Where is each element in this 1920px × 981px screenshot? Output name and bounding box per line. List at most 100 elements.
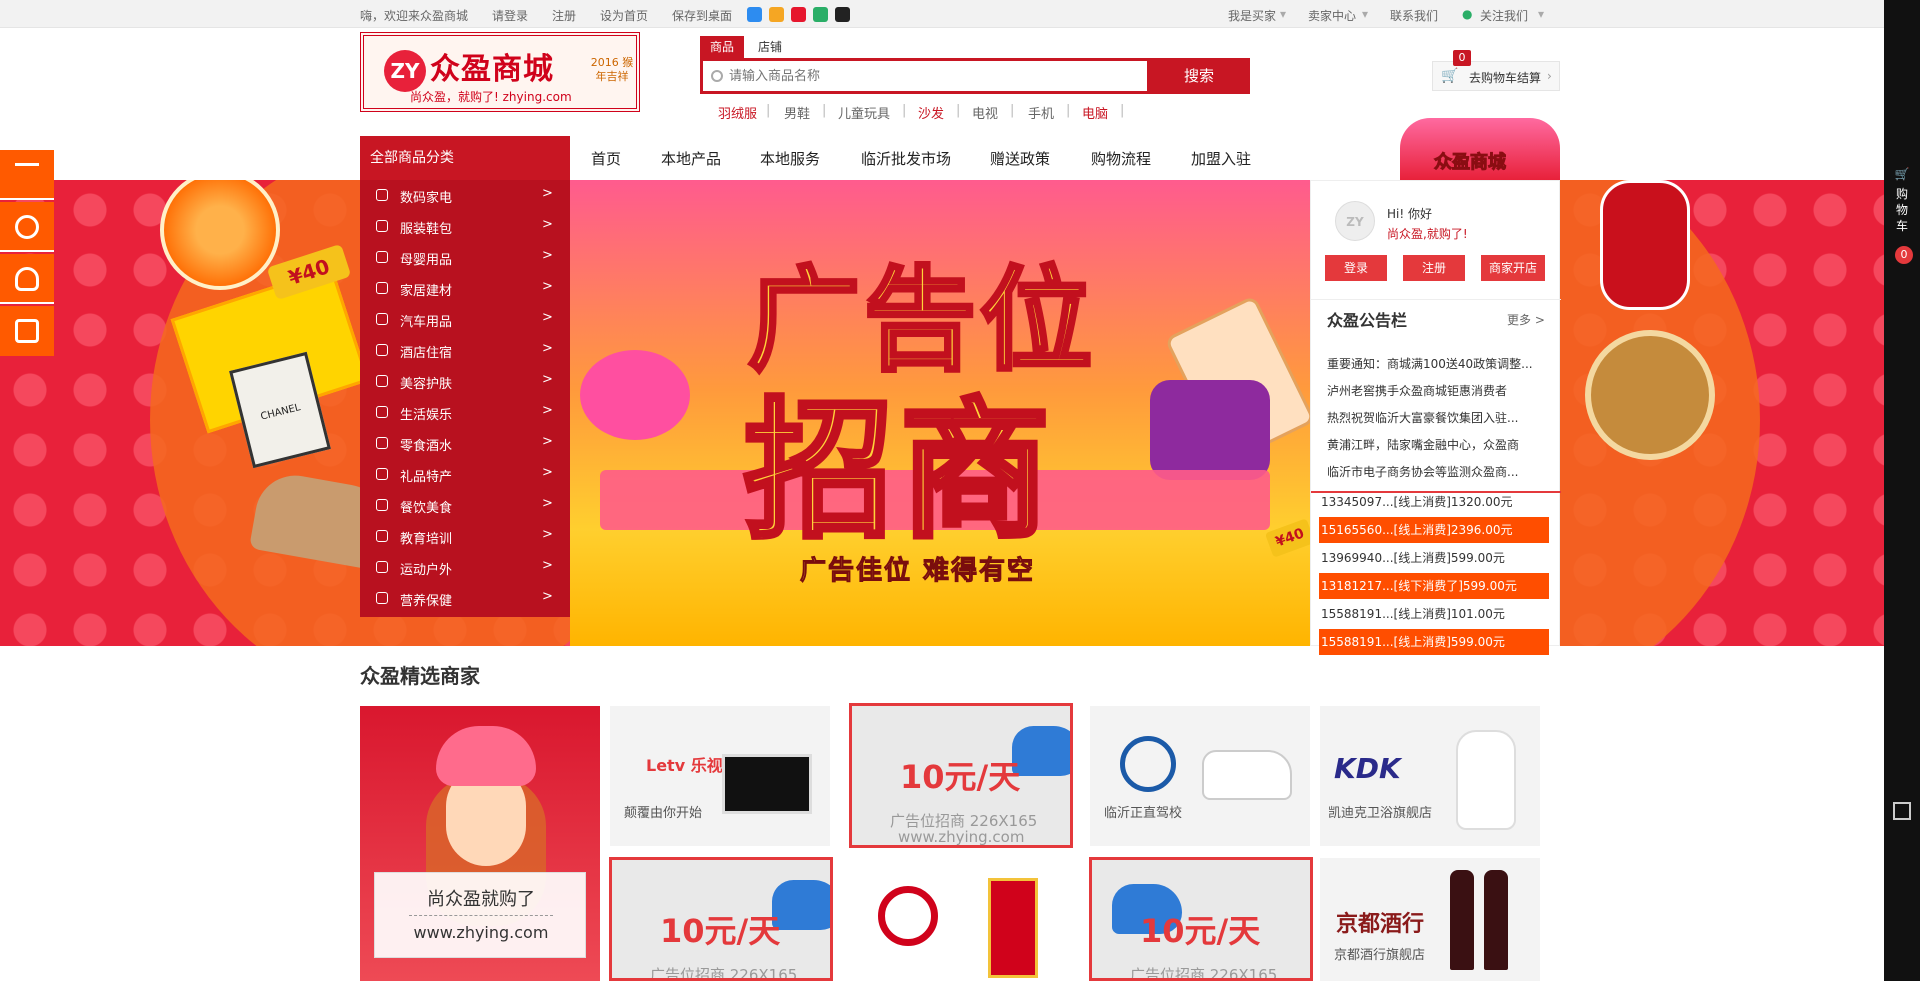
ad-slot[interactable]: 10元/天 广告位招商 226X165 bbox=[1089, 857, 1313, 981]
merchant-card-kdk[interactable]: KDK 凯迪克卫浴旗舰店 bbox=[1320, 706, 1540, 846]
contact-link[interactable]: 联系我们 bbox=[1390, 7, 1438, 24]
qq-service-button[interactable] bbox=[0, 254, 54, 304]
hot-keyword[interactable]: 电视 bbox=[972, 103, 998, 122]
category-item[interactable]: 服装鞋包 > bbox=[360, 211, 570, 242]
girl-caption-box: 尚众盈就购了 www.zhying.com bbox=[374, 872, 586, 958]
set-home-link[interactable]: 设为首页 bbox=[600, 7, 648, 24]
qzone-icon[interactable] bbox=[769, 7, 784, 22]
basket-image bbox=[1585, 330, 1715, 460]
wechat-icon[interactable] bbox=[813, 7, 828, 22]
category-item[interactable]: 餐饮美食 > bbox=[360, 490, 570, 521]
ad-slot[interactable]: 10元/天 广告位招商 226X165 bbox=[609, 857, 833, 981]
banner-headline-2: 招商 bbox=[741, 385, 1057, 558]
merchant-card-jingdu[interactable]: 京都酒行 京都酒行旗舰店 bbox=[1320, 858, 1540, 981]
phone-button[interactable] bbox=[0, 202, 54, 252]
category-item[interactable]: 运动户外 > bbox=[360, 552, 570, 583]
category-icon bbox=[376, 437, 388, 449]
nav-wholesale-market[interactable]: 临沂批发市场 bbox=[861, 148, 951, 169]
separator: | bbox=[956, 103, 961, 118]
tv-image bbox=[722, 754, 812, 814]
category-item[interactable]: 母婴用品 > bbox=[360, 242, 570, 273]
category-item[interactable]: 营养保健 > bbox=[360, 583, 570, 614]
chevron-right-icon: > bbox=[542, 279, 553, 294]
hot-keyword[interactable]: 儿童玩具 bbox=[838, 103, 890, 122]
buyer-menu[interactable]: 我是买家 bbox=[1228, 7, 1276, 24]
arrow-up-icon bbox=[15, 163, 39, 177]
nav-local-services[interactable]: 本地服务 bbox=[760, 148, 820, 169]
seller-menu[interactable]: 卖家中心 bbox=[1308, 7, 1356, 24]
transaction-item: 13181217...[线下消费了]599.00元 bbox=[1319, 573, 1549, 599]
register-link[interactable]: 注册 bbox=[552, 7, 576, 24]
back-to-top-button[interactable] bbox=[0, 150, 54, 200]
category-label: 家居建材 bbox=[400, 284, 453, 299]
hero-banner[interactable]: ¥40 CHANEL 广告位 招商 广告佳位 难得有空 ¥40 bbox=[0, 180, 1884, 646]
separator: | bbox=[1066, 103, 1071, 118]
sidebar-cart-button[interactable]: 🛒 购物车 bbox=[1884, 166, 1920, 238]
chevron-right-icon: > bbox=[542, 248, 553, 263]
nav-shopping-process[interactable]: 购物流程 bbox=[1091, 148, 1151, 169]
site-logo[interactable]: ZY 众盈商城 尚众盈，就购了! zhying.com 2016 猴年吉祥 bbox=[360, 32, 640, 112]
transaction-item: 15165560...[线上消费]2396.00元 bbox=[1319, 517, 1549, 543]
category-label: 汽车用品 bbox=[400, 315, 453, 330]
category-item[interactable]: 美容护肤 > bbox=[360, 366, 570, 397]
search-button[interactable]: 搜索 bbox=[1148, 58, 1250, 94]
merchant-card-letv[interactable]: Letv 乐视网 颠覆由你开始 bbox=[610, 706, 830, 846]
plus-share-icon[interactable] bbox=[747, 7, 762, 22]
merchant-card-driving-school[interactable]: 临沂正直驾校 bbox=[1090, 706, 1310, 846]
category-item[interactable]: 教育培训 > bbox=[360, 521, 570, 552]
merchant-card-luzhou-laojiao[interactable] bbox=[850, 858, 1070, 981]
category-label: 零食酒水 bbox=[400, 439, 453, 454]
category-item[interactable]: 零食酒水 > bbox=[360, 428, 570, 459]
notice-item[interactable]: 泸州老窖携手众盈商城钜惠消费者 bbox=[1327, 382, 1547, 399]
merchant-open-button[interactable]: 商家开店 bbox=[1481, 255, 1545, 281]
category-item[interactable]: 生活娱乐 > bbox=[360, 397, 570, 428]
category-item[interactable]: 数码家电 > bbox=[360, 180, 570, 211]
notice-item[interactable]: 黄浦江畔，陆家嘴金融中心，众盈商 bbox=[1327, 436, 1547, 453]
qr-code-button[interactable] bbox=[0, 306, 54, 356]
girl-caption-2: www.zhying.com bbox=[413, 923, 549, 942]
nav-gift-policy[interactable]: 赠送政策 bbox=[990, 148, 1050, 169]
hot-keyword[interactable]: 电脑 bbox=[1082, 103, 1108, 122]
login-button[interactable]: 登录 bbox=[1325, 255, 1387, 281]
hot-keyword[interactable]: 男鞋 bbox=[784, 103, 810, 122]
register-button[interactable]: 注册 bbox=[1403, 255, 1465, 281]
all-categories-button[interactable]: 全部商品分类 bbox=[360, 136, 570, 180]
nav-join[interactable]: 加盟入驻 bbox=[1191, 148, 1251, 169]
chevron-right-icon: > bbox=[542, 217, 553, 232]
qq-icon[interactable] bbox=[835, 7, 850, 22]
chevron-right-icon: > bbox=[542, 341, 553, 356]
search-icon bbox=[711, 70, 723, 82]
ad-text: 广告位招商 226X165 bbox=[650, 966, 798, 981]
notice-item[interactable]: 热烈祝贺临沂大富豪餐饮集团入驻... bbox=[1327, 409, 1547, 426]
hot-keyword[interactable]: 手机 bbox=[1028, 103, 1054, 122]
notice-item[interactable]: 重要通知：商城满100送40政策调整... bbox=[1327, 355, 1547, 372]
save-desktop-link[interactable]: 保存到桌面 bbox=[672, 7, 732, 24]
featured-main-banner[interactable]: 尚众盈就购了 www.zhying.com bbox=[360, 706, 600, 981]
nav-promo-logo[interactable]: 众盈商城 bbox=[1400, 118, 1560, 180]
follow-link[interactable]: 关注我们 bbox=[1480, 7, 1528, 24]
cart-button[interactable]: 🛒 0 去购物车结算 › bbox=[1432, 50, 1560, 91]
ad-price: 10元/天 bbox=[660, 912, 781, 950]
category-icon bbox=[376, 344, 388, 356]
hot-keyword[interactable]: 羽绒服 bbox=[718, 103, 757, 122]
notice-more-link[interactable]: 更多 > bbox=[1507, 311, 1545, 328]
tab-goods[interactable]: 商品 bbox=[700, 36, 745, 58]
liquor-box-image bbox=[988, 878, 1038, 978]
tab-shop[interactable]: 店铺 bbox=[748, 36, 792, 58]
wine-bottle-image bbox=[1484, 870, 1508, 970]
nav-local-products[interactable]: 本地产品 bbox=[661, 148, 721, 169]
notice-item[interactable]: 临沂市电子商务协会等监测众盈商... bbox=[1327, 463, 1547, 480]
search-input[interactable] bbox=[703, 61, 1147, 91]
weibo-icon[interactable] bbox=[791, 7, 806, 22]
category-item[interactable]: 礼品特产 > bbox=[360, 459, 570, 490]
category-icon bbox=[376, 313, 388, 325]
qr-code-icon[interactable] bbox=[1893, 802, 1911, 820]
ad-slot[interactable]: 10元/天 广告位招商 226X165 www.zhying.com bbox=[849, 703, 1073, 848]
login-link[interactable]: 请登录 bbox=[492, 7, 528, 24]
category-item[interactable]: 家居建材 > bbox=[360, 273, 570, 304]
category-item[interactable]: 酒店住宿 > bbox=[360, 335, 570, 366]
hot-keyword[interactable]: 沙发 bbox=[918, 103, 944, 122]
nav-home[interactable]: 首页 bbox=[591, 148, 621, 169]
cart-icon: 🛒 bbox=[1441, 68, 1459, 84]
category-item[interactable]: 汽车用品 > bbox=[360, 304, 570, 335]
